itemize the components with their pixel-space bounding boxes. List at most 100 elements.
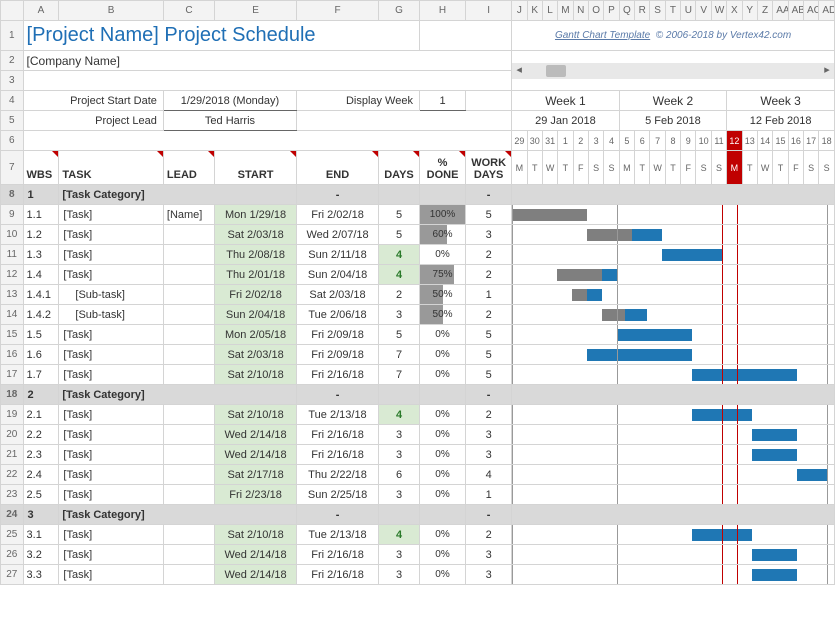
pct-done-cell[interactable]: 0%: [419, 325, 465, 345]
row-8[interactable]: 8: [1, 185, 24, 205]
row-13[interactable]: 13: [1, 285, 24, 305]
start-date-cell[interactable]: Wed 2/14/18: [215, 545, 297, 565]
row-19[interactable]: 19: [1, 405, 24, 425]
task-row[interactable]: 243[Task Category]--: [1, 505, 835, 525]
col-W[interactable]: W: [711, 1, 726, 21]
row-7[interactable]: 7: [1, 151, 24, 185]
wbs-cell[interactable]: 2.4: [23, 465, 59, 485]
category-name[interactable]: [Task Category]: [59, 185, 297, 205]
pct-done-cell[interactable]: 0%: [419, 545, 465, 565]
workdays-cell[interactable]: 1: [466, 285, 512, 305]
wbs-cell[interactable]: 1.4: [23, 265, 59, 285]
end-date-cell[interactable]: Tue 2/06/18: [297, 305, 379, 325]
project-lead-input[interactable]: Ted Harris: [163, 111, 296, 131]
lead-cell[interactable]: [163, 365, 214, 385]
wbs-cell[interactable]: 1.3: [23, 245, 59, 265]
col-E[interactable]: E: [215, 1, 297, 21]
workdays-cell[interactable]: -: [466, 185, 512, 205]
pct-done-cell[interactable]: 0%: [419, 485, 465, 505]
days-cell[interactable]: 7: [379, 345, 420, 365]
col-G[interactable]: G: [379, 1, 420, 21]
col-O[interactable]: O: [588, 1, 603, 21]
lead-cell[interactable]: [163, 305, 214, 325]
end-date-cell[interactable]: Fri 2/16/18: [297, 445, 379, 465]
end-cell[interactable]: -: [297, 385, 379, 405]
wbs-cell[interactable]: 3.3: [23, 565, 59, 585]
spreadsheet-grid[interactable]: A B C E F G H I J K L M N O P Q R S T U …: [0, 0, 835, 585]
start-date-cell[interactable]: Sat 2/03/18: [215, 225, 297, 245]
row-4[interactable]: 4: [1, 91, 24, 111]
workdays-cell[interactable]: -: [466, 505, 512, 525]
col-AB[interactable]: AB: [788, 1, 803, 21]
start-date-cell[interactable]: Sat 2/10/18: [215, 405, 297, 425]
days-cell[interactable]: 3: [379, 545, 420, 565]
end-date-cell[interactable]: Fri 2/16/18: [297, 425, 379, 445]
end-date-cell[interactable]: Fri 2/16/18: [297, 565, 379, 585]
scroll-right-button[interactable]: ▸: [820, 63, 834, 79]
end-date-cell[interactable]: Tue 2/13/18: [297, 405, 379, 425]
start-date-cell[interactable]: Sat 2/03/18: [215, 345, 297, 365]
start-date-cell[interactable]: Fri 2/02/18: [215, 285, 297, 305]
pct-done-cell[interactable]: 0%: [419, 445, 465, 465]
corner-cell[interactable]: [1, 1, 24, 21]
col-Z[interactable]: Z: [757, 1, 772, 21]
row-11[interactable]: 11: [1, 245, 24, 265]
task-row[interactable]: 232.5[Task]Fri 2/23/18Sun 2/25/1830%1: [1, 485, 835, 505]
pct-done-cell[interactable]: 0%: [419, 565, 465, 585]
start-date-cell[interactable]: Wed 2/14/18: [215, 565, 297, 585]
col-AD[interactable]: AD: [819, 1, 835, 21]
row-16[interactable]: 16: [1, 345, 24, 365]
end-cell[interactable]: -: [297, 185, 379, 205]
col-L[interactable]: L: [542, 1, 557, 21]
task-row[interactable]: 161.6[Task]Sat 2/03/18Fri 2/09/1870%5: [1, 345, 835, 365]
row-6[interactable]: 6: [1, 131, 24, 151]
row-1[interactable]: 1: [1, 21, 24, 51]
task-row[interactable]: 182[Task Category]--: [1, 385, 835, 405]
week-scrollbar[interactable]: [526, 63, 820, 79]
pct-done-cell[interactable]: 50%: [419, 305, 465, 325]
end-date-cell[interactable]: Wed 2/07/18: [297, 225, 379, 245]
end-date-cell[interactable]: Sat 2/03/18: [297, 285, 379, 305]
workdays-cell[interactable]: 5: [466, 205, 512, 225]
scroll-left-button[interactable]: ◂: [512, 63, 526, 79]
lead-cell[interactable]: [163, 445, 214, 465]
col-F[interactable]: F: [297, 1, 379, 21]
pct-done-cell[interactable]: 0%: [419, 465, 465, 485]
start-date-cell[interactable]: Sat 2/10/18: [215, 365, 297, 385]
col-B[interactable]: B: [59, 1, 164, 21]
end-date-cell[interactable]: Tue 2/13/18: [297, 525, 379, 545]
display-week-input[interactable]: 1: [419, 91, 465, 111]
row-17[interactable]: 17: [1, 365, 24, 385]
workdays-cell[interactable]: 3: [466, 565, 512, 585]
row-18[interactable]: 18: [1, 385, 24, 405]
wbs-cell[interactable]: 2.3: [23, 445, 59, 465]
row-26[interactable]: 26: [1, 545, 24, 565]
task-name[interactable]: [Task]: [59, 445, 164, 465]
end-date-cell[interactable]: Fri 2/02/18: [297, 205, 379, 225]
col-X[interactable]: X: [727, 1, 742, 21]
col-K[interactable]: K: [527, 1, 542, 21]
col-M[interactable]: M: [558, 1, 573, 21]
col-I[interactable]: I: [466, 1, 512, 21]
wbs-cell[interactable]: 1.1: [23, 205, 59, 225]
start-date-cell[interactable]: Thu 2/01/18: [215, 265, 297, 285]
task-name[interactable]: [Task]: [59, 345, 164, 365]
days-cell[interactable]: 3: [379, 445, 420, 465]
workdays-cell[interactable]: 3: [466, 425, 512, 445]
end-date-cell[interactable]: Sun 2/04/18: [297, 265, 379, 285]
wbs-cell[interactable]: 3.1: [23, 525, 59, 545]
row-23[interactable]: 23: [1, 485, 24, 505]
task-row[interactable]: 192.1[Task]Sat 2/10/18Tue 2/13/1840%2: [1, 405, 835, 425]
days-cell[interactable]: 3: [379, 425, 420, 445]
start-date-cell[interactable]: Sat 2/17/18: [215, 465, 297, 485]
lead-cell[interactable]: [Name]: [163, 205, 214, 225]
wbs-cell[interactable]: 2: [23, 385, 59, 405]
start-date-cell[interactable]: Sun 2/04/18: [215, 305, 297, 325]
task-row[interactable]: 141.4.2[Sub-task]Sun 2/04/18Tue 2/06/183…: [1, 305, 835, 325]
wbs-cell[interactable]: 2.2: [23, 425, 59, 445]
task-name[interactable]: [Task]: [59, 465, 164, 485]
lead-cell[interactable]: [163, 325, 214, 345]
days-cell[interactable]: 3: [379, 305, 420, 325]
end-date-cell[interactable]: Thu 2/22/18: [297, 465, 379, 485]
workdays-cell[interactable]: 5: [466, 345, 512, 365]
